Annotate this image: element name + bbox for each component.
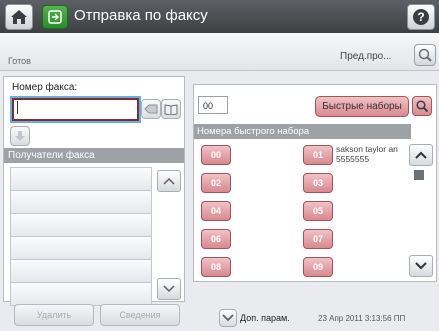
details-button[interactable]: Сведения — [100, 304, 180, 326]
datetime: 23 Апр 2011 3:13:56 ПП — [318, 314, 406, 323]
quick-dials-button[interactable]: Быстрые наборы — [315, 96, 409, 117]
chevron-down-icon — [222, 314, 234, 322]
fax-app-icon — [42, 5, 68, 29]
recipients-header: Получатели факса — [4, 148, 184, 163]
page-title: Отправка по факсу — [74, 7, 208, 24]
address-book-button[interactable] — [161, 99, 181, 119]
recipient-row[interactable] — [10, 167, 152, 191]
more-options-button[interactable] — [219, 309, 237, 327]
svg-text:?: ? — [417, 10, 424, 24]
speed-dial-06-button[interactable]: 06 — [201, 229, 231, 249]
fax-number-label: Номер факса: — [12, 82, 78, 93]
magnifier-icon — [418, 48, 432, 62]
preview-button[interactable] — [414, 44, 436, 66]
status-text: Готов — [8, 56, 31, 66]
chevron-down-icon — [415, 262, 427, 270]
speed-dial-09-button[interactable]: 09 — [303, 257, 333, 277]
chevron-down-icon — [163, 285, 175, 293]
home-icon — [11, 10, 27, 24]
help-icon: ? — [413, 9, 429, 25]
help-button[interactable]: ? — [407, 4, 435, 30]
delete-button[interactable]: Удалить — [14, 304, 94, 326]
speed-dial-07-button[interactable]: 07 — [303, 229, 333, 249]
preview-label: Пред.про... — [340, 51, 392, 62]
arrow-down-icon — [15, 131, 25, 141]
magnifier-icon — [416, 100, 429, 113]
speed-dial-01-button[interactable]: 01 — [303, 145, 333, 165]
speed-dial-08-button[interactable]: 08 — [201, 257, 231, 277]
recipient-row[interactable] — [10, 236, 152, 260]
add-recipient-button[interactable] — [10, 126, 30, 146]
home-button[interactable] — [5, 4, 33, 30]
more-options-label: Доп. парам. — [240, 313, 290, 323]
speed-dial-01-name: sakson taylor an — [336, 144, 398, 154]
speed-dial-search-button[interactable] — [412, 96, 432, 116]
text-cursor — [17, 101, 18, 114]
speed-dial-03-button[interactable]: 03 — [303, 173, 333, 193]
fax-number-input[interactable] — [12, 98, 139, 121]
recipient-row[interactable] — [10, 213, 152, 237]
speed-dial-scroll-up-button[interactable] — [409, 144, 433, 166]
speed-dial-scroll-down-button[interactable] — [409, 255, 433, 277]
recipient-row[interactable] — [10, 259, 152, 283]
speed-dial-scroll-thumb[interactable] — [414, 170, 424, 180]
speed-dial-00-button[interactable]: 00 — [201, 145, 231, 165]
fax-icon — [48, 10, 62, 24]
recipient-row[interactable] — [10, 282, 152, 306]
recipients-scroll-up-button[interactable] — [157, 170, 181, 192]
recipients-scroll-down-button[interactable] — [157, 278, 181, 300]
speed-dial-header: Номера быстрого набора — [194, 124, 411, 139]
speed-dial-04-button[interactable]: 04 — [201, 201, 231, 221]
speed-dial-01-number: 5555555 — [336, 154, 370, 164]
recipient-row[interactable] — [10, 190, 152, 214]
chevron-up-icon — [163, 177, 175, 185]
speed-dial-number-input[interactable]: 00 — [198, 96, 228, 114]
speed-dial-02-button[interactable]: 02 — [201, 173, 231, 193]
speed-dial-05-button[interactable]: 05 — [303, 201, 333, 221]
backspace-button[interactable] — [141, 99, 161, 119]
book-icon — [164, 104, 178, 115]
chevron-up-icon — [415, 151, 427, 159]
backspace-icon — [144, 104, 158, 114]
